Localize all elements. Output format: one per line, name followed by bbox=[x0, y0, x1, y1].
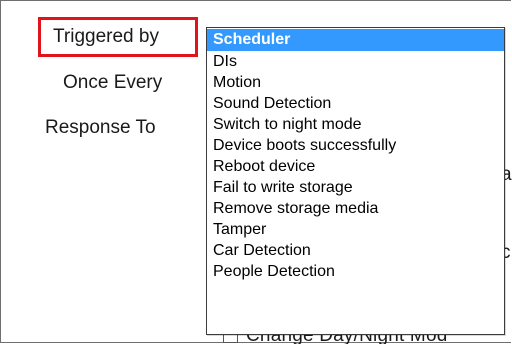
dropdown-option[interactable]: Fail to write storage bbox=[207, 177, 504, 198]
triggered-by-label-text: Triggered by bbox=[53, 26, 159, 47]
dropdown-option[interactable]: Motion bbox=[207, 72, 504, 93]
settings-panel: Triggered by Once Every Response To a c … bbox=[0, 0, 512, 344]
dropdown-option[interactable]: Device boots successfully bbox=[207, 135, 504, 156]
response-to-label: Response To bbox=[45, 117, 156, 138]
triggered-by-label: Triggered by bbox=[38, 17, 198, 57]
dropdown-option[interactable]: Tamper bbox=[207, 219, 504, 240]
dropdown-option[interactable]: Scheduler bbox=[207, 29, 504, 51]
dropdown-option[interactable]: DIs bbox=[207, 51, 504, 72]
dropdown-option[interactable]: People Detection bbox=[207, 261, 504, 282]
triggered-by-dropdown-list[interactable]: Scheduler DIs Motion Sound Detection Swi… bbox=[206, 27, 505, 335]
dropdown-options: Scheduler DIs Motion Sound Detection Swi… bbox=[207, 28, 504, 282]
dropdown-option[interactable]: Car Detection bbox=[207, 240, 504, 261]
dropdown-option[interactable]: Sound Detection bbox=[207, 93, 504, 114]
once-every-label: Once Every bbox=[63, 72, 163, 93]
dropdown-option[interactable]: Switch to night mode bbox=[207, 114, 504, 135]
dropdown-option[interactable]: Remove storage media bbox=[207, 198, 504, 219]
dropdown-option[interactable]: Reboot device bbox=[207, 156, 504, 177]
